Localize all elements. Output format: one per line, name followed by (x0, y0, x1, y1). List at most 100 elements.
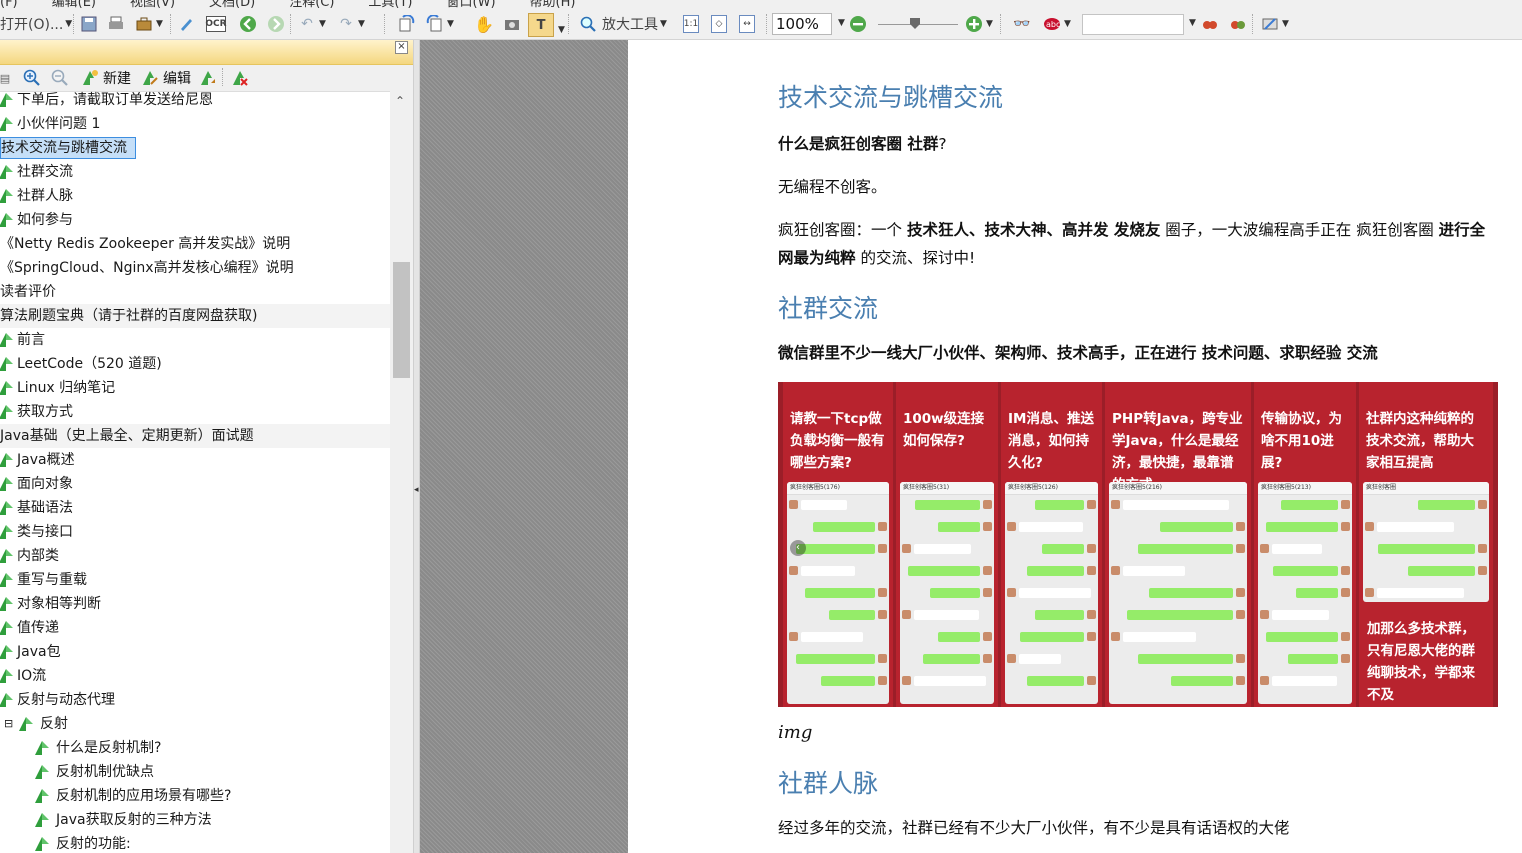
bookmark-item[interactable]: 反射与动态代理 (0, 688, 390, 712)
chat-avatar (1236, 610, 1245, 619)
collapse-all-button[interactable] (50, 67, 70, 89)
zoom-slider-thumb[interactable] (910, 18, 920, 29)
bookmark-item[interactable]: 前言 (0, 328, 390, 352)
find-dropdown-icon[interactable]: ▼ (1189, 18, 1196, 28)
bookmark-item[interactable]: 反射的功能: (0, 832, 390, 853)
bookmark-item[interactable]: IO流 (0, 664, 390, 688)
bookmark-item[interactable]: 算法刷题宝典（请于社群的百度网盘获取) (0, 304, 390, 328)
bookmark-item[interactable]: 什么是反射机制? (0, 736, 390, 760)
new-bookmark-button[interactable]: 新建 (80, 67, 131, 89)
bookmark-item[interactable]: Java概述 (0, 448, 390, 472)
delete-bookmark-button[interactable] (230, 67, 250, 89)
bookmark-item[interactable]: 值传递 (0, 616, 390, 640)
bookmark-item[interactable]: 基础语法 (0, 496, 390, 520)
zoom-in-button[interactable]: ▼ (964, 12, 993, 36)
bookmark-item[interactable]: 获取方式 (0, 400, 390, 424)
expand-all-button[interactable] (22, 67, 42, 89)
bookmark-item[interactable]: 类与接口 (0, 520, 390, 544)
edit-bookmark-button[interactable]: 编辑 (140, 67, 191, 89)
chat-screenshot: 疯狂创客圈 (1363, 482, 1489, 602)
scroll-up-icon[interactable]: ⌃ (395, 94, 405, 108)
bookmark-item[interactable]: ⊟ 反射 (0, 712, 390, 736)
bookmark-item[interactable]: 《SpringCloud、Nginx高并发核心编程》说明 (0, 256, 390, 280)
select-text-button[interactable]: T (528, 13, 554, 37)
ocr-button[interactable]: OCR (205, 12, 227, 36)
bookmark-options-button[interactable]: ▤ (0, 67, 10, 89)
move-bookmark-button[interactable] (198, 67, 218, 89)
snapshot-button[interactable] (502, 12, 522, 36)
open-label: 打开(O)... (0, 17, 64, 33)
collapse-panel-icon[interactable]: ◂ (414, 485, 419, 495)
menu-item[interactable]: 窗口(W) (447, 0, 496, 10)
menu-item[interactable]: 视图(V) (130, 0, 175, 10)
menu-item[interactable]: 工具(T) (368, 0, 412, 10)
extract-button[interactable] (176, 12, 196, 36)
intro-bold-1: 技术狂人、技术大神、高并发 发烧友 (906, 221, 1161, 239)
bookmark-item[interactable]: 下单后，请截取订单发送给尼恩 (0, 88, 390, 112)
print-button[interactable] (106, 12, 126, 36)
chat-avatar (1341, 632, 1350, 641)
bookmark-item[interactable]: Java包 (0, 640, 390, 664)
find-previous-button[interactable] (1200, 12, 1220, 36)
bookmark-item[interactable]: 反射机制优缺点 (0, 760, 390, 784)
bookmark-item[interactable]: Java基础（史上最全、定期更新）面试题 (0, 424, 390, 448)
bookmark-item[interactable]: Linux 归纳笔记 (0, 376, 390, 400)
find-next-button[interactable] (1228, 12, 1248, 36)
menu-item[interactable]: 文档(D) (209, 0, 255, 10)
bookmark-tree-scrollbar[interactable]: ⌃ (390, 88, 413, 853)
rotate-left-button[interactable] (396, 12, 416, 36)
bookmark-item[interactable]: 面向对象 (0, 472, 390, 496)
spell-check-button[interactable]: abc ▼ (1042, 12, 1071, 36)
zoom-level-input[interactable]: 100% (772, 13, 832, 35)
save-button[interactable] (79, 12, 99, 36)
bookmark-item[interactable]: Java获取反射的三种方法 (0, 808, 390, 832)
view-button[interactable]: 👓 (1012, 12, 1032, 36)
bookmark-item[interactable]: 读者评价 (0, 280, 390, 304)
bookmark-item[interactable]: 社群交流 (0, 160, 390, 184)
fit-width-button[interactable]: ↔ (739, 12, 755, 36)
bookmark-label: 社群人脉 (17, 188, 73, 204)
collage-bottom-text: 加那么多技术群，只有尼恩大佬的群纯聊技术，学都来不及 (1367, 621, 1475, 703)
bookmark-item[interactable]: 内部类 (0, 544, 390, 568)
forward-button[interactable] (266, 12, 286, 36)
tools-menu-button[interactable]: ▼ (134, 12, 163, 36)
undo-button[interactable]: ↶ ▼ (297, 12, 326, 36)
menu-item[interactable]: 帮助(H) (530, 0, 576, 10)
bookmark-item[interactable]: 反射机制的应用场景有哪些? (0, 784, 390, 808)
actual-size-button[interactable]: 1:1 (683, 12, 699, 36)
chat-title: 疯狂创客圈5(213) (1258, 482, 1352, 495)
glasses-icon: 👓 (1013, 16, 1031, 32)
zoom-dropdown-icon[interactable]: ▼ (838, 18, 845, 28)
find-next-icon (1228, 14, 1248, 34)
menu-item[interactable]: 注释(C) (289, 0, 334, 10)
bookmark-label: 《SpringCloud、Nginx高并发核心编程》说明 (0, 260, 294, 276)
hand-tool-button[interactable]: ✋ (474, 12, 494, 36)
close-icon[interactable]: × (395, 41, 408, 54)
rotate-right-button[interactable]: ▼ (425, 12, 454, 36)
fit-page-button[interactable]: ◇ (711, 12, 727, 36)
panel-splitter[interactable]: ◂ (413, 40, 420, 853)
back-button[interactable] (238, 12, 258, 36)
collapse-icon[interactable]: ⊟ (4, 712, 13, 736)
bookmark-item[interactable]: 对象相等判断 (0, 592, 390, 616)
zoom-tool-button[interactable]: 放大工具 ▼ (578, 12, 667, 36)
menu-item[interactable]: 编辑(E) (52, 0, 96, 10)
open-button[interactable]: 打开(O)... ▼ (0, 12, 72, 36)
menu-item[interactable]: (F) (0, 0, 18, 10)
bookmark-item[interactable]: 如何参与 (0, 208, 390, 232)
bookmark-item[interactable]: LeetCode（520 道题) (0, 352, 390, 376)
chat-avatar (1111, 500, 1120, 509)
bookmark-item[interactable]: 技术交流与跳槽交流 (0, 136, 390, 160)
bookmark-item[interactable]: 社群人脉 (0, 184, 390, 208)
chat-avatar (1007, 522, 1016, 531)
intro-part-2: 圈子，一大波编程高手正在 疯狂创客圈 (1160, 221, 1439, 239)
bookmark-item[interactable]: 《Netty Redis Zookeeper 高并发实战》说明 (0, 232, 390, 256)
find-input[interactable] (1082, 14, 1184, 35)
settings-button[interactable]: ▼ (1260, 12, 1289, 36)
bookmark-item[interactable]: 重写与重载 (0, 568, 390, 592)
undo-icon: ↶ (301, 16, 313, 32)
bookmark-item[interactable]: 小伙伴问题 1 (0, 112, 390, 136)
redo-button[interactable]: ↷ ▼ (336, 12, 365, 36)
zoom-out-button[interactable] (848, 12, 868, 36)
scrollbar-thumb[interactable] (393, 262, 410, 378)
